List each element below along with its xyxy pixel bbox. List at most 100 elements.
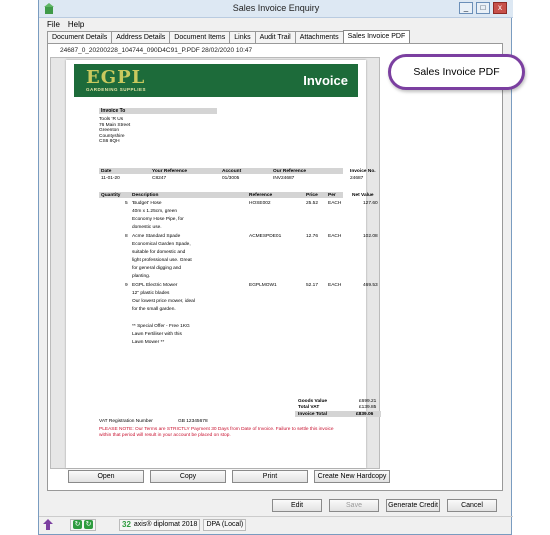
minimize-button[interactable]: _ bbox=[459, 2, 473, 14]
date-header: Date bbox=[101, 168, 112, 174]
record-count-cell: 32 axis® diplomat 2018 bbox=[119, 518, 201, 531]
open-button[interactable]: Open bbox=[68, 470, 144, 483]
menu-file[interactable]: File bbox=[47, 20, 60, 29]
menu-help[interactable]: Help bbox=[68, 20, 84, 29]
tab-document-items[interactable]: Document Items bbox=[169, 31, 231, 43]
item-qty: 5 bbox=[125, 201, 128, 206]
callout-label: Sales Invoice PDF bbox=[388, 54, 525, 90]
sync-icon[interactable]: ↻ bbox=[84, 520, 93, 529]
item-per: EACH bbox=[328, 234, 342, 239]
item-desc-line: light professional use. Great bbox=[132, 258, 192, 263]
pdf-viewer[interactable]: EGPL GARDENING SUPPLIES Invoice Invoice … bbox=[50, 57, 381, 469]
vat-reg-number: GB 12345678 bbox=[178, 419, 208, 424]
copy-button[interactable]: Copy bbox=[150, 470, 226, 483]
menu-bar: File Help bbox=[39, 18, 511, 30]
payment-warning-line: PLEASE NOTE: Our Terms are STRICTLY Paym… bbox=[99, 427, 334, 432]
item-desc-line: Acme Standard Spade bbox=[132, 234, 181, 239]
save-button[interactable]: Save bbox=[329, 499, 379, 512]
item-qty: 8 bbox=[125, 234, 128, 239]
invoice-to-label: Invoice To bbox=[101, 108, 126, 114]
item-desc-line: 'Budget' Hose bbox=[132, 201, 162, 206]
item-price: 12.76 bbox=[306, 234, 319, 239]
item-price: 52.17 bbox=[306, 283, 319, 288]
tab-links[interactable]: Links bbox=[229, 31, 256, 43]
refresh-icon[interactable]: ↻ bbox=[73, 520, 82, 529]
item-desc-line: Lawn Mower ** bbox=[132, 340, 165, 345]
goods-value: £699.21 bbox=[359, 399, 377, 404]
total-vat-label: Total VAT bbox=[298, 405, 320, 410]
window-title: Sales Invoice Enquiry bbox=[232, 3, 320, 13]
payment-warning-line: within that period will result in your a… bbox=[99, 433, 231, 438]
window-controls: _ □ x bbox=[459, 2, 507, 14]
desc-header: Description bbox=[132, 192, 159, 198]
up-arrow-icon[interactable] bbox=[43, 519, 53, 530]
status-bar: ↻ ↻ 32 axis® diplomat 2018 DPA (Local) bbox=[39, 516, 513, 532]
item-ref: EGPLMOW1 bbox=[249, 283, 277, 288]
invoice-header-band: EGPL GARDENING SUPPLIES Invoice bbox=[74, 64, 358, 97]
item-desc-line: for general digging and bbox=[132, 266, 182, 271]
item-price: 25.52 bbox=[306, 201, 319, 206]
total-vat: £139.85 bbox=[359, 405, 377, 410]
create-new-hardcopy-button[interactable]: Create New Hardcopy bbox=[314, 470, 390, 483]
tab-strip: Document Details Address Details Documen… bbox=[47, 30, 411, 43]
item-desc-line: Lawn Fertiliser with this bbox=[132, 332, 182, 337]
cancel-button[interactable]: Cancel bbox=[447, 499, 497, 512]
item-qty: 9 bbox=[125, 283, 128, 288]
company-logo: EGPL bbox=[86, 67, 146, 88]
print-button[interactable]: Print bbox=[232, 470, 308, 483]
status-icons: ↻ ↻ bbox=[70, 518, 96, 531]
tab-sales-invoice-pdf[interactable]: Sales Invoice PDF bbox=[342, 30, 411, 43]
price-header: Price bbox=[306, 192, 318, 198]
edit-button[interactable]: Edit bbox=[272, 499, 322, 512]
title-bar[interactable]: Sales Invoice Enquiry _ □ x bbox=[39, 0, 513, 18]
your-ref-header: Your Reference bbox=[152, 168, 188, 174]
record-count: 32 bbox=[122, 520, 131, 529]
reference-header-bar bbox=[99, 168, 343, 174]
item-desc-line: EGPL Electric Mower bbox=[132, 283, 178, 288]
ref-header: Reference bbox=[249, 192, 273, 198]
address-line: CS6 8QH bbox=[99, 139, 120, 144]
item-net: 469.53 bbox=[363, 283, 378, 288]
tab-audit-trail[interactable]: Audit Trail bbox=[254, 31, 296, 43]
vat-reg-label: VAT Registration Number bbox=[99, 419, 153, 424]
item-desc-line: for the small garden. bbox=[132, 307, 176, 312]
item-ref: HOSE002 bbox=[249, 201, 271, 206]
account-value: 01/3005 bbox=[222, 176, 240, 181]
goods-value-label: Goods Value bbox=[298, 399, 328, 404]
tab-attachments[interactable]: Attachments bbox=[294, 31, 344, 43]
net-header: Net Value bbox=[352, 192, 374, 198]
our-ref-value: INV24687 bbox=[273, 176, 295, 181]
invoice-no-value: 24687 bbox=[350, 176, 364, 181]
item-desc-line: ** Special Offer - Free 1KG bbox=[132, 324, 190, 329]
maximize-button[interactable]: □ bbox=[476, 2, 490, 14]
invoice-page: EGPL GARDENING SUPPLIES Invoice Invoice … bbox=[66, 60, 381, 468]
item-net: 127.60 bbox=[363, 201, 378, 206]
invoice-title: Invoice bbox=[303, 73, 348, 88]
database-name: DPA (Local) bbox=[206, 521, 244, 528]
account-header: Account bbox=[222, 168, 242, 174]
generate-credit-button[interactable]: Generate Credit bbox=[386, 499, 440, 512]
item-net: 102.08 bbox=[363, 234, 378, 239]
your-ref-value: C8247 bbox=[152, 176, 167, 181]
item-per: EACH bbox=[328, 283, 342, 288]
sales-invoice-pdf-panel: 24687_0_20200228_104744_090D4C91_P.PDF 2… bbox=[47, 43, 503, 491]
tab-address-details[interactable]: Address Details bbox=[111, 31, 171, 43]
item-desc-line: 40m x 1.25cm, green bbox=[132, 209, 178, 214]
invoice-total-label: Invoice Total bbox=[298, 411, 327, 417]
item-desc-line: planting. bbox=[132, 274, 151, 279]
qty-header: Quantity bbox=[101, 192, 121, 198]
item-per: EACH bbox=[328, 201, 342, 206]
per-header: Per bbox=[328, 192, 336, 198]
invoice-to-bar: Invoice To bbox=[99, 108, 217, 114]
item-desc-line: Economical Garden Spade, bbox=[132, 242, 191, 247]
close-button[interactable]: x bbox=[493, 2, 507, 14]
pdf-file-name: 24687_0_20200228_104744_090D4C91_P.PDF 2… bbox=[60, 47, 253, 54]
company-tagline: GARDENING SUPPLIES bbox=[86, 87, 147, 92]
item-desc-line: domestic use. bbox=[132, 225, 162, 230]
item-desc-line: Economy Hose Pipe, for bbox=[132, 217, 184, 222]
tab-document-details[interactable]: Document Details bbox=[47, 31, 113, 43]
invoice-no-header: Invoice No. bbox=[350, 168, 376, 174]
billing-address: Tools 'R Us 76 Main Street Greenton Coun… bbox=[99, 117, 130, 145]
item-ref: ACMESPDE01 bbox=[249, 234, 282, 239]
item-desc-line: 12" plastic blades bbox=[132, 291, 170, 296]
